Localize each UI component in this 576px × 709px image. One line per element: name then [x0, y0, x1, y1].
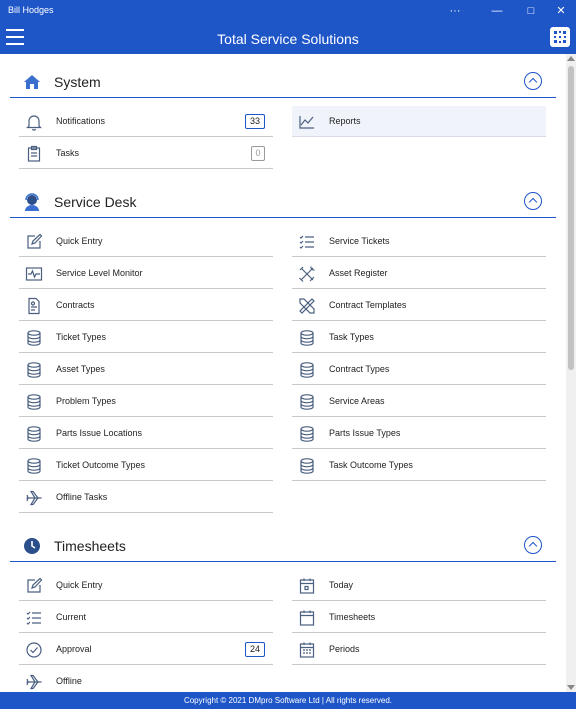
- menu-item-problem-types[interactable]: Problem Types: [19, 386, 273, 417]
- menu-item-contract-templates[interactable]: Contract Templates: [292, 290, 546, 321]
- menu-item-offline-tasks[interactable]: Offline Tasks: [19, 482, 273, 513]
- collapse-service-desk-button[interactable]: [524, 192, 542, 210]
- menu-item-asset-types[interactable]: Asset Types: [19, 354, 273, 385]
- app-header: Total Service Solutions: [0, 22, 576, 54]
- collapse-timesheets-button[interactable]: [524, 536, 542, 554]
- edit-icon: [25, 577, 43, 595]
- notifications-count-badge: 33: [245, 114, 265, 129]
- menu-item-tasks[interactable]: Tasks 0: [19, 138, 273, 169]
- qr-scan-button[interactable]: [550, 27, 570, 47]
- menu-item-service-level-monitor[interactable]: Service Level Monitor: [19, 258, 273, 289]
- menu-item-periods[interactable]: Periods: [292, 634, 546, 665]
- checklist-icon: [298, 233, 316, 251]
- scroll-up-arrow-icon[interactable]: [567, 56, 575, 61]
- menu-item-asset-register[interactable]: Asset Register: [292, 258, 546, 289]
- calendar-icon: [298, 609, 316, 627]
- qr-code-icon: [554, 31, 566, 43]
- menu-item-offline[interactable]: Offline: [19, 666, 273, 692]
- edit-icon: [25, 233, 43, 251]
- section-header-timesheets: Timesheets: [10, 530, 556, 562]
- maximize-button[interactable]: □: [521, 3, 541, 19]
- database-icon: [25, 425, 43, 443]
- section-title-system: System: [54, 74, 101, 90]
- agent-icon: [22, 192, 42, 212]
- airplane-icon: [25, 673, 43, 691]
- menu-item-current[interactable]: Current: [19, 602, 273, 633]
- more-options-button[interactable]: ···: [445, 3, 465, 19]
- section-title-timesheets: Timesheets: [54, 538, 126, 554]
- menu-item-parts-issue-types[interactable]: Parts Issue Types: [292, 418, 546, 449]
- window-titlebar: Bill Hodges ··· — □ ✕: [0, 0, 576, 22]
- calendar-day-icon: [298, 577, 316, 595]
- clipboard-icon: [25, 145, 43, 163]
- database-icon: [298, 425, 316, 443]
- menu-item-service-areas[interactable]: Service Areas: [292, 386, 546, 417]
- tools-icon: [298, 265, 316, 283]
- database-icon: [25, 393, 43, 411]
- approval-count-badge: 24: [245, 642, 265, 657]
- section-header-system: System: [10, 66, 556, 98]
- database-icon: [25, 361, 43, 379]
- app-title: Total Service Solutions: [217, 31, 359, 47]
- menu-item-ticket-types[interactable]: Ticket Types: [19, 322, 273, 353]
- menu-item-contracts[interactable]: Contracts: [19, 290, 273, 321]
- vertical-scrollbar[interactable]: [566, 54, 576, 692]
- database-icon: [25, 329, 43, 347]
- copyright-footer: Copyright © 2021 DMpro Software Ltd | Al…: [0, 692, 576, 709]
- menu-item-parts-issue-locations[interactable]: Parts Issue Locations: [19, 418, 273, 449]
- close-button[interactable]: ✕: [551, 3, 571, 19]
- scroll-down-arrow-icon[interactable]: [567, 685, 575, 690]
- menu-item-reports[interactable]: Reports: [292, 106, 546, 137]
- menu-item-today[interactable]: Today: [292, 570, 546, 601]
- tasks-count-badge: 0: [251, 146, 265, 161]
- database-icon: [298, 457, 316, 475]
- database-icon: [298, 393, 316, 411]
- section-title-service-desk: Service Desk: [54, 194, 137, 210]
- database-icon: [298, 329, 316, 347]
- calendar-grid-icon: [298, 641, 316, 659]
- menu-item-contract-types[interactable]: Contract Types: [292, 354, 546, 385]
- checklist-icon: [25, 609, 43, 627]
- menu-item-timesheets[interactable]: Timesheets: [292, 602, 546, 633]
- menu-item-approval[interactable]: Approval 24: [19, 634, 273, 665]
- home-icon: [22, 72, 42, 92]
- bell-icon: [25, 113, 43, 131]
- menu-item-service-tickets[interactable]: Service Tickets: [292, 226, 546, 257]
- chart-line-icon: [298, 113, 316, 131]
- menu-item-task-types[interactable]: Task Types: [292, 322, 546, 353]
- menu-item-ts-quick-entry[interactable]: Quick Entry: [19, 570, 273, 601]
- document-icon: [25, 297, 43, 315]
- section-header-service-desk: Service Desk: [10, 186, 556, 218]
- scrollbar-thumb[interactable]: [568, 66, 574, 370]
- window-title: Bill Hodges: [8, 5, 54, 15]
- menu-item-ticket-outcome-types[interactable]: Ticket Outcome Types: [19, 450, 273, 481]
- minimize-button[interactable]: —: [487, 3, 507, 19]
- collapse-system-button[interactable]: [524, 72, 542, 90]
- main-content: System Notifications 33 Reports Tasks 0 …: [0, 54, 566, 692]
- airplane-icon: [25, 489, 43, 507]
- database-icon: [25, 457, 43, 475]
- pencil-ruler-icon: [298, 297, 316, 315]
- clock-icon: [22, 536, 42, 556]
- monitor-icon: [25, 265, 43, 283]
- check-circle-icon: [25, 641, 43, 659]
- database-icon: [298, 361, 316, 379]
- menu-item-sd-quick-entry[interactable]: Quick Entry: [19, 226, 273, 257]
- menu-item-task-outcome-types[interactable]: Task Outcome Types: [292, 450, 546, 481]
- menu-item-notifications[interactable]: Notifications 33: [19, 106, 273, 137]
